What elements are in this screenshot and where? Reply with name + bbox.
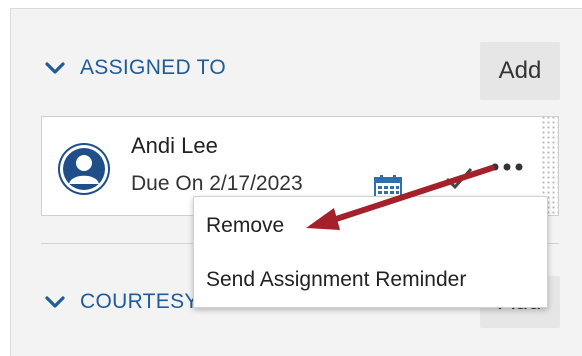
checkmark-icon[interactable] xyxy=(444,163,474,193)
assignee-context-menu: Remove Send Assignment Reminder xyxy=(193,196,548,308)
due-date: Due On 2/17/2023 xyxy=(131,172,303,195)
menu-item-remove[interactable]: Remove xyxy=(206,214,284,238)
more-options-icon[interactable] xyxy=(490,160,524,174)
chevron-down-icon[interactable] xyxy=(44,57,66,79)
assignee-name: Andi Lee xyxy=(131,133,218,158)
chevron-down-icon[interactable] xyxy=(44,291,66,313)
assigned-to-header[interactable]: ASSIGNED TO xyxy=(44,48,226,88)
menu-item-send-reminder[interactable]: Send Assignment Reminder xyxy=(206,268,466,292)
user-avatar-icon xyxy=(58,143,110,195)
add-assignee-button[interactable]: Add xyxy=(480,42,560,100)
assigned-to-title: ASSIGNED TO xyxy=(80,56,227,79)
